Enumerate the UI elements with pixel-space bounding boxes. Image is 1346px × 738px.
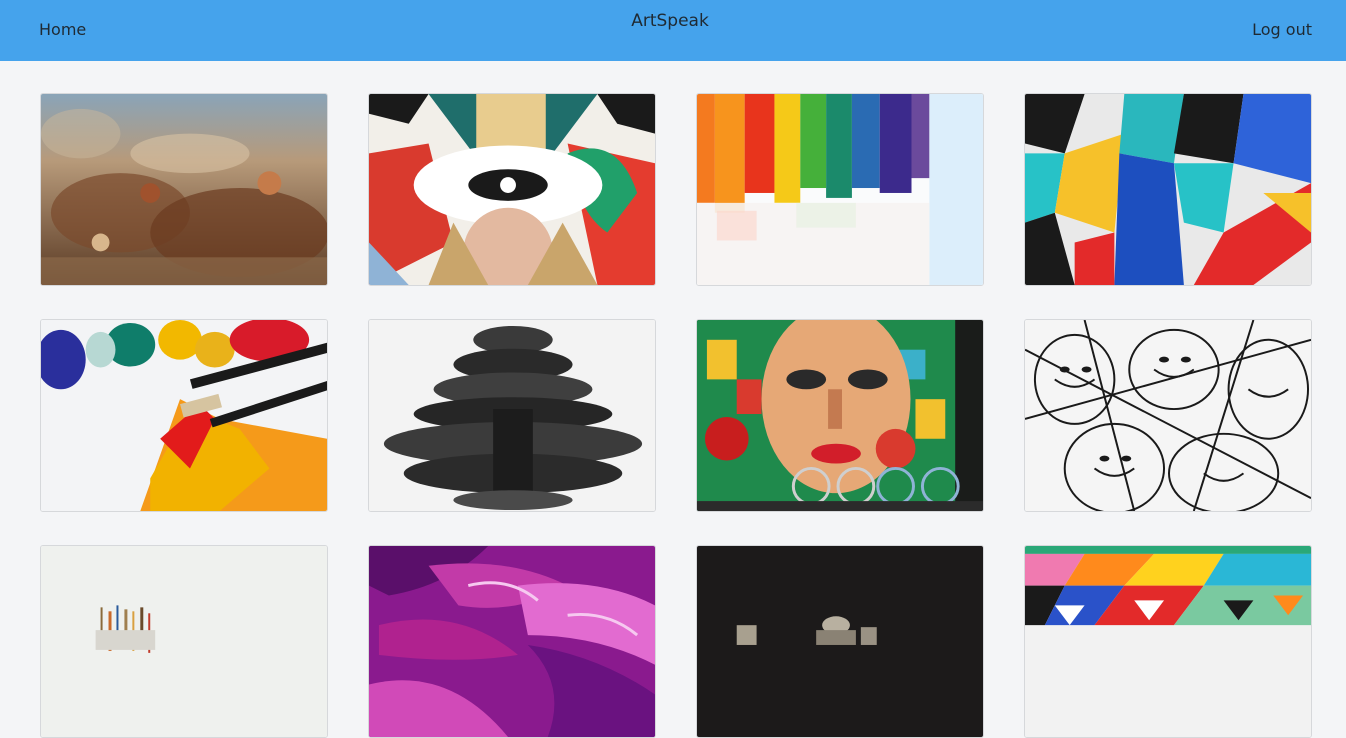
gallery-grid: [40, 93, 1312, 738]
logout-link[interactable]: Log out: [1252, 20, 1312, 39]
gallery-image-baroque-fresco[interactable]: [40, 93, 328, 286]
gallery-image-triangles-mural[interactable]: [1024, 545, 1312, 738]
brand-title: ArtSpeak: [631, 11, 709, 31]
gallery-image-dark-sculpture[interactable]: [696, 545, 984, 738]
gallery-image-geometric-mural[interactable]: [1024, 93, 1312, 286]
gallery-image-ink-figure[interactable]: [368, 319, 656, 512]
gallery-image-collage-eye[interactable]: [368, 93, 656, 286]
top-navbar: Home ArtSpeak Log out: [0, 0, 1346, 61]
gallery-image-paintbrush-cup[interactable]: [40, 545, 328, 738]
gallery-image-purple-fluid[interactable]: [368, 545, 656, 738]
gallery-image-line-drawing[interactable]: [1024, 319, 1312, 512]
gallery-image-rainbow-strokes[interactable]: [696, 93, 984, 286]
gallery-image-paint-brushes[interactable]: [40, 319, 328, 512]
gallery-image-graffiti-face[interactable]: [696, 319, 984, 512]
